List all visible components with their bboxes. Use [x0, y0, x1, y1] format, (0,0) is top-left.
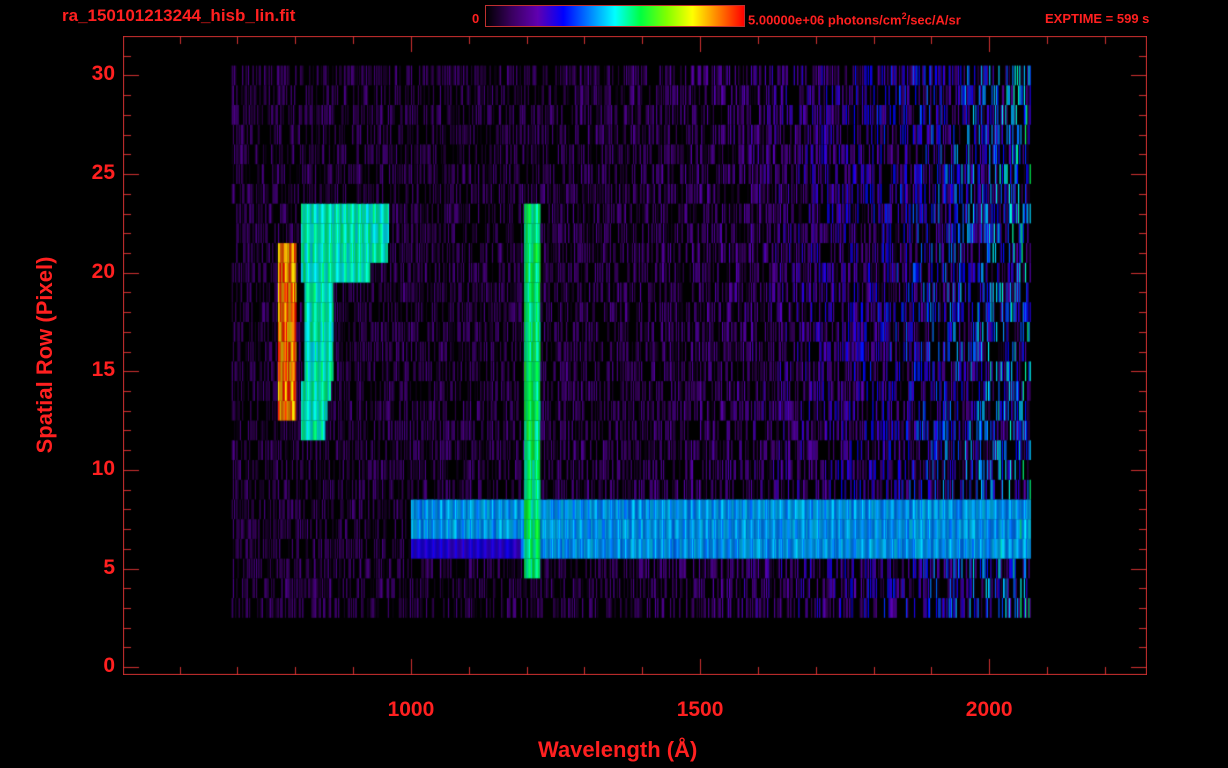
spectral-image-plot: [123, 36, 1147, 675]
colorbar-min-label: 0: [472, 11, 480, 26]
plot-title: ra_150101213244_hisb_lin.fit: [62, 6, 296, 25]
x-tick-label: 1500: [676, 698, 724, 721]
colorbar: [485, 5, 745, 27]
colorbar-max-value: 5.00000e+06 photons/cm: [748, 12, 902, 28]
y-tick-label: 25: [91, 161, 115, 185]
x-tick-label: 1000: [387, 698, 435, 721]
y-tick-label: 0: [103, 654, 115, 678]
colorbar-max-label: 5.00000e+06 photons/cm2/sec/A/sr: [748, 11, 961, 27]
y-tick-label: 20: [91, 259, 115, 283]
x-tick-label: 2000: [965, 698, 1013, 721]
y-tick-label: 30: [91, 62, 115, 86]
exptime-label: EXPTIME = 599 s: [1045, 11, 1150, 26]
x-axis-label: Wavelength (Å): [538, 737, 698, 762]
y-axis-label: Spatial Row (Pixel): [32, 256, 57, 454]
y-tick-label: 10: [91, 456, 115, 480]
y-tick-label: 15: [91, 358, 115, 382]
colorbar-unit: /sec/A/sr: [906, 12, 961, 28]
y-tick-label: 5: [103, 555, 115, 579]
